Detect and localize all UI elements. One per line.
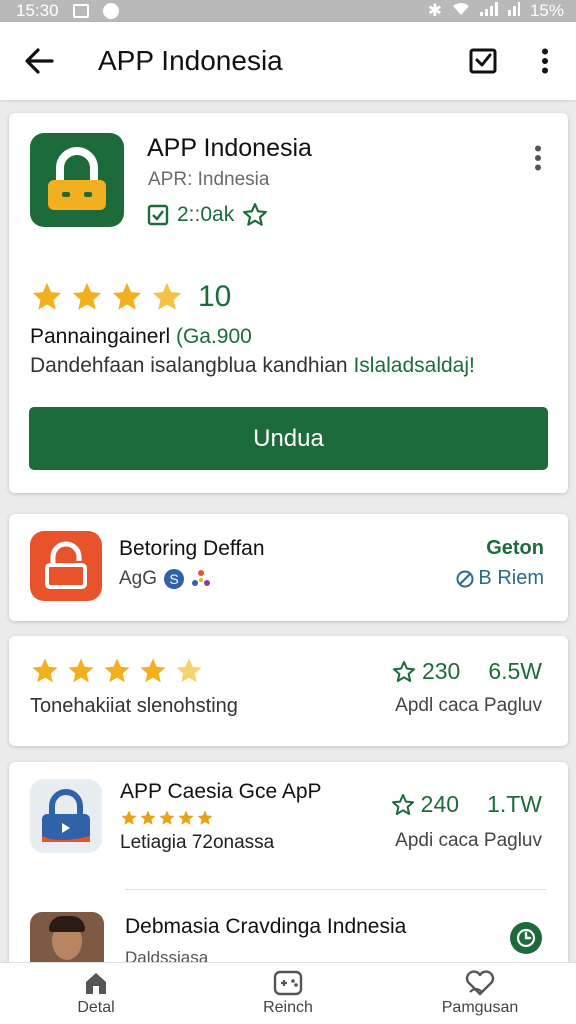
lock-icon xyxy=(42,789,90,842)
lock-icon xyxy=(48,147,106,210)
back-button[interactable] xyxy=(0,22,78,100)
signal-icon-2 xyxy=(507,1,520,21)
star-outline-icon[interactable] xyxy=(242,202,268,228)
star-icon xyxy=(159,810,175,825)
status-sub-text: B Riem xyxy=(478,567,544,589)
install-button[interactable]: Undua xyxy=(29,407,548,470)
star-icon xyxy=(121,810,137,825)
list-item-title[interactable]: Debmasia Cravdinga Indnesia xyxy=(125,915,406,939)
app-name: APP Indonesia xyxy=(147,134,312,162)
star-icon xyxy=(178,810,194,825)
app-icon xyxy=(30,531,102,601)
info-value: (Ga.900 xyxy=(175,325,252,348)
app-sub-text: AgG xyxy=(119,568,158,589)
signal-icon xyxy=(479,1,498,21)
stats-sub: Apdl caca Pagluv xyxy=(395,695,542,716)
rating-card[interactable]: Tonehakiiat slenohsting 230 6.5W Apdl ca… xyxy=(9,636,568,746)
app-icon[interactable] xyxy=(30,779,102,853)
app-size: 1.TW xyxy=(487,791,542,817)
review-count: 240 xyxy=(420,791,460,817)
battery-level: 15% xyxy=(529,1,564,20)
description-line: Dandehfaan isalangblua kandhian Islalads… xyxy=(30,354,475,378)
star-icon xyxy=(140,658,166,683)
status-label: Geton xyxy=(486,537,544,559)
star-outline-icon xyxy=(391,793,414,815)
info-label: Pannaingainerl xyxy=(30,325,171,348)
nav-label: Pamgusan xyxy=(441,999,519,1016)
star-icon xyxy=(140,810,156,825)
app-developer: Letiagia 72onassa xyxy=(120,832,275,853)
overflow-menu-button[interactable] xyxy=(514,30,576,92)
star-outline-icon xyxy=(392,660,415,682)
app-sub: AgG S xyxy=(119,568,211,590)
more-vert-icon xyxy=(535,145,541,171)
star-icon xyxy=(112,282,142,310)
status-time: 15:30 xyxy=(16,1,59,20)
nav-label: Detal xyxy=(77,999,115,1016)
nav-item-pamgusan[interactable]: Pamgusan xyxy=(384,963,576,1024)
rating-value: 10 xyxy=(198,280,232,313)
home-icon xyxy=(86,973,106,994)
nav-label: Reinch xyxy=(263,999,313,1016)
description-text: Dandehfaan isalangblua kandhian xyxy=(30,354,348,377)
star-icon xyxy=(72,282,102,310)
bottom-navigation: Detal Reinch Pamgusan xyxy=(0,962,576,1024)
app-notification-icon xyxy=(102,3,119,19)
star-icon xyxy=(32,658,58,683)
page-title: APP Indonesia xyxy=(98,45,283,76)
block-circle-icon xyxy=(456,570,474,587)
main-app-card: APP Indonesia APR: Indnesia 2::0ak 10 Pa… xyxy=(9,113,568,493)
review-count: 230 xyxy=(421,658,461,684)
star-icon xyxy=(197,810,213,825)
status-sub: B Riem xyxy=(456,567,544,590)
game-controller-icon xyxy=(273,970,303,996)
wifi-icon xyxy=(452,1,470,21)
rating-stars xyxy=(120,809,214,827)
star-icon xyxy=(68,658,94,683)
nav-item-reinch[interactable]: Reinch xyxy=(192,963,384,1024)
app-bar: APP Indonesia xyxy=(0,22,576,100)
status-bar: 15:30 ✱ 15% xyxy=(0,0,576,22)
info-line: Pannaingainerl (Ga.900 xyxy=(30,325,252,349)
app-icon xyxy=(30,133,124,227)
avatar-hair xyxy=(49,916,85,932)
arrow-left-icon xyxy=(25,48,54,74)
nav-item-detal[interactable]: Detal xyxy=(0,963,192,1024)
rating-stars xyxy=(30,280,184,314)
more-vert-icon xyxy=(542,48,548,74)
app-list-item[interactable]: Betoring Deffan AgG S Geton B Riem xyxy=(9,514,568,621)
stats-row: 240 1.TW xyxy=(391,791,542,818)
checklist-button[interactable] xyxy=(452,30,514,92)
stats-row: 230 6.5W xyxy=(392,658,542,685)
description-link[interactable]: Islaladsaldaj! xyxy=(353,354,474,377)
app-name[interactable]: APP Caesia Gce ApP xyxy=(120,780,322,804)
rating-stars xyxy=(30,656,204,686)
divider xyxy=(125,889,546,890)
rating-row: 10 xyxy=(30,280,231,314)
app-publisher: APR: Indnesia xyxy=(148,169,270,190)
heart-icon xyxy=(465,970,495,996)
star-icon xyxy=(152,282,182,310)
star-icon xyxy=(32,282,62,310)
star-icon xyxy=(176,658,202,683)
app-size: 6.5W xyxy=(488,658,542,684)
social-s-icon: S xyxy=(164,569,185,589)
checkbox-icon xyxy=(469,48,497,74)
download-count: 2::0ak xyxy=(177,203,235,226)
svg-text:S: S xyxy=(169,571,178,587)
notification-icon xyxy=(72,4,89,18)
stats-sub: Apdi caca Pagluv xyxy=(395,830,542,851)
star-icon xyxy=(104,658,130,683)
rating-label: Tonehakiiat slenohsting xyxy=(30,695,238,717)
app-list-card: APP Caesia Gce ApP Letiagia 72onassa 240… xyxy=(9,762,568,972)
sparkle-icon xyxy=(192,570,211,586)
verified-check-icon xyxy=(147,204,169,226)
app-name: Betoring Deffan xyxy=(119,537,265,560)
app-menu-button[interactable] xyxy=(526,143,550,173)
clock-icon[interactable] xyxy=(510,922,542,954)
bluetooth-icon: ✱ xyxy=(427,1,442,20)
unlock-icon xyxy=(45,541,87,589)
